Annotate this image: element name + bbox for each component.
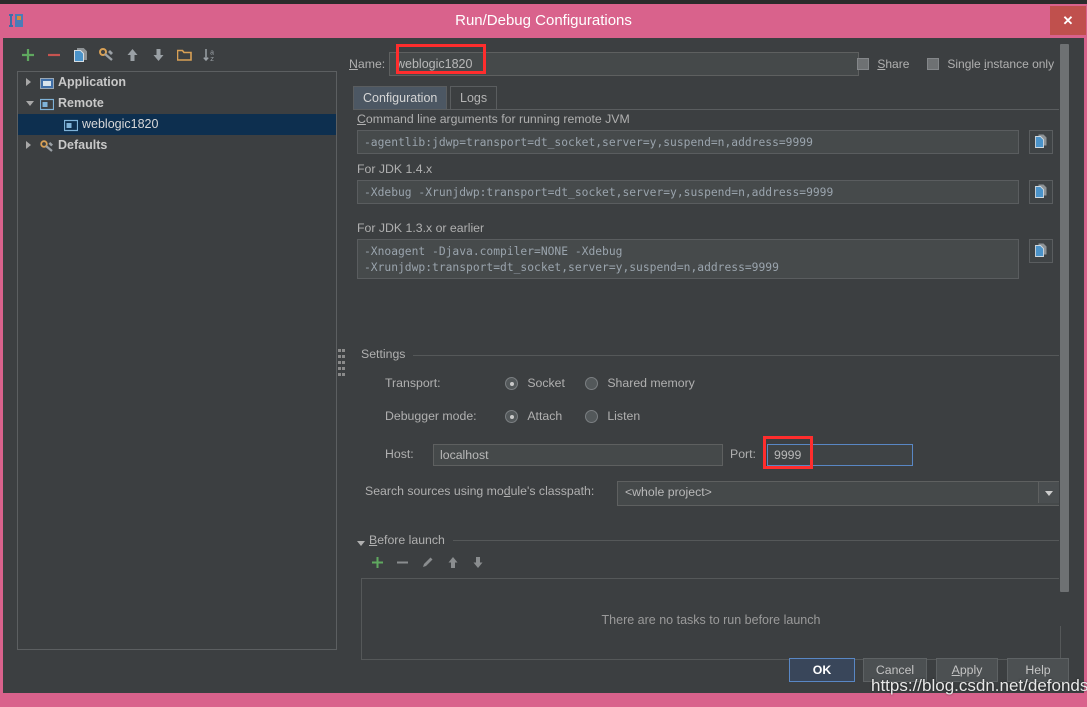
debugger-listen-radio[interactable]: Listen [585, 409, 640, 423]
chevron-right-icon[interactable] [26, 141, 31, 149]
share-checkbox[interactable]: Share [857, 57, 909, 71]
svg-text:z: z [210, 56, 214, 62]
tree-item-label: Application [58, 75, 127, 89]
transport-socket-radio[interactable]: Socket [505, 376, 565, 390]
application-icon [40, 76, 54, 89]
sort-az-button[interactable]: a z [199, 44, 221, 68]
jdk13-label: For JDK 1.3.x or earlier [357, 221, 485, 235]
copy-jdk14-button[interactable] [1029, 180, 1053, 204]
name-input[interactable] [389, 52, 859, 76]
cmdline-label: Command line arguments for running remot… [357, 112, 630, 126]
name-row: Name: Share Single instance only [349, 52, 1061, 78]
transport-shared-memory-label: Shared memory [607, 376, 695, 390]
before-launch-label: Before launch [369, 533, 445, 547]
remote-icon [63, 118, 79, 132]
jdk14-field[interactable]: -Xdebug -Xrunjdwp:transport=dt_socket,se… [357, 180, 1019, 204]
classpath-label: Search sources using module's classpath: [365, 484, 595, 498]
debugger-listen-label: Listen [607, 409, 641, 423]
jdk14-label: For JDK 1.4.x [357, 162, 433, 176]
remove-configuration-button[interactable] [43, 44, 65, 68]
tab-configuration[interactable]: Configuration [353, 86, 448, 110]
help-button[interactable]: Help [1007, 658, 1069, 682]
chevron-down-icon[interactable] [357, 541, 365, 546]
wrench-icon [40, 139, 54, 152]
debugger-mode-label: Debugger mode: [385, 409, 477, 423]
name-label: Name: [349, 57, 386, 71]
cmdline-field[interactable]: -agentlib:jdwp=transport=dt_socket,serve… [357, 130, 1019, 154]
port-input[interactable] [767, 444, 913, 466]
close-icon[interactable]: ✕ [1050, 6, 1086, 35]
jdk13-field[interactable]: -Xnoagent -Djava.compiler=NONE -Xdebug -… [357, 239, 1019, 279]
panel-splitter[interactable] [335, 71, 345, 648]
dialog-window: Run/Debug Configurations ✕ a z Applicati… [0, 4, 1087, 707]
transport-label: Transport: [385, 376, 441, 390]
before-launch-divider [453, 540, 1059, 541]
tree-item-defaults[interactable]: Defaults [18, 135, 336, 156]
port-label: Port: [730, 447, 756, 461]
add-task-button[interactable] [365, 552, 390, 574]
chevron-down-icon[interactable] [1038, 482, 1060, 503]
radio-button[interactable] [585, 410, 598, 423]
transport-shared-memory-radio[interactable]: Shared memory [585, 376, 695, 390]
apply-button[interactable]: Apply [936, 658, 998, 682]
ok-button[interactable]: OK [789, 658, 855, 682]
chevron-down-icon[interactable] [26, 101, 34, 106]
dialog-button-bar: OK Cancel Apply Help [6, 658, 1087, 696]
title-bar: Run/Debug Configurations ✕ [0, 4, 1087, 38]
tree-item-weblogic1820[interactable]: weblogic1820 [18, 114, 336, 135]
radio-button[interactable] [505, 410, 518, 423]
classpath-selected-value: <whole project> [625, 485, 712, 499]
before-launch-empty-message: There are no tasks to run before launch [601, 613, 821, 627]
before-launch-task-list[interactable]: There are no tasks to run before launch [361, 578, 1061, 660]
move-up-button[interactable] [121, 44, 143, 68]
settings-divider [413, 355, 1059, 356]
chevron-right-icon[interactable] [26, 78, 31, 86]
configuration-tab-content: Command line arguments for running remot… [353, 110, 1063, 660]
edit-defaults-button[interactable] [95, 44, 117, 68]
cancel-button[interactable]: Cancel [863, 658, 927, 682]
tree-item-remote[interactable]: Remote [18, 93, 336, 114]
transport-socket-label: Socket [527, 376, 565, 390]
vertical-scrollbar[interactable] [1059, 44, 1070, 626]
radio-button[interactable] [505, 377, 518, 390]
tab-logs[interactable]: Logs [450, 86, 498, 110]
pencil-icon[interactable] [415, 552, 440, 574]
move-task-up-button[interactable] [440, 552, 465, 574]
tree-item-label: Remote [58, 96, 104, 110]
configuration-editor-pane: Name: Share Single instance only Configu… [345, 42, 1063, 660]
copy-cmdline-button[interactable] [1029, 130, 1053, 154]
copy-configuration-button[interactable] [69, 44, 91, 68]
single-instance-checkbox[interactable]: Single instance only [927, 57, 1054, 71]
remove-task-button[interactable] [390, 552, 415, 574]
share-label: Share [877, 57, 910, 71]
add-configuration-button[interactable] [17, 44, 39, 68]
create-folder-button[interactable] [173, 44, 195, 68]
radio-button[interactable] [585, 377, 598, 390]
single-instance-label: Single instance only [947, 57, 1055, 71]
dialog-body: a z Application Remote weblogic1820 Defa… [3, 38, 1084, 693]
debugger-attach-radio[interactable]: Attach [505, 409, 562, 423]
configuration-tree[interactable]: Application Remote weblogic1820 Defaults [17, 71, 337, 650]
settings-legend: Settings [361, 347, 412, 361]
move-task-down-button[interactable] [465, 552, 490, 574]
copy-jdk13-button[interactable] [1029, 239, 1053, 263]
before-launch-section: Before launch There are no tasks to run … [357, 533, 1061, 660]
host-input[interactable] [433, 444, 723, 466]
tree-item-label: weblogic1820 [82, 117, 159, 131]
remote-icon [39, 97, 55, 111]
scrollbar-thumb[interactable] [1060, 44, 1069, 592]
classpath-dropdown[interactable]: <whole project> [617, 481, 1061, 506]
move-down-button[interactable] [147, 44, 169, 68]
tree-toolbar: a z [17, 44, 337, 70]
checkbox-box[interactable] [857, 58, 869, 70]
tree-item-application[interactable]: Application [18, 72, 336, 93]
tree-item-label: Defaults [58, 138, 108, 152]
checkbox-box[interactable] [927, 58, 939, 70]
settings-group: Settings Transport: Socket Shared memory… [357, 347, 1061, 510]
host-label: Host: [385, 447, 414, 461]
debugger-attach-label: Attach [527, 409, 563, 423]
dialog-title: Run/Debug Configurations [455, 12, 632, 29]
